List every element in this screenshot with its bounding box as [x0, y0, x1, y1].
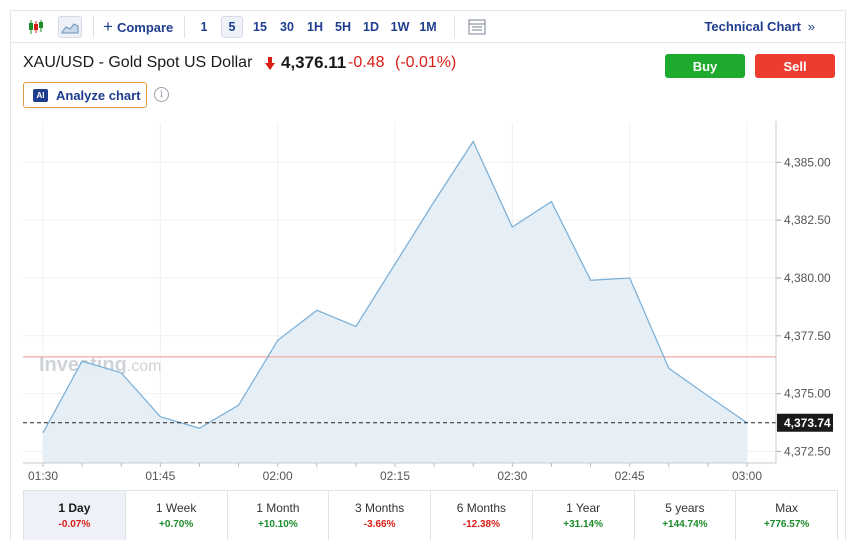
- chart-toolbar: + Compare 1 5 15 30 1H 5H 1D 1W 1M Techn…: [11, 11, 845, 43]
- period-change: +31.14%: [563, 519, 603, 530]
- ai-icon: AI: [33, 88, 48, 102]
- data-point: [81, 360, 84, 363]
- data-point: [394, 263, 397, 266]
- period-change: +10.10%: [257, 519, 298, 530]
- interval-5h[interactable]: 5H: [334, 16, 352, 38]
- double-chevron-right-icon: »: [807, 19, 815, 34]
- data-point: [198, 427, 201, 430]
- analyze-chart-button[interactable]: AI Analyze chart: [23, 82, 147, 108]
- y-tick-label: 4,385.00: [784, 155, 831, 169]
- x-tick-label: 01:45: [145, 469, 175, 483]
- toolbar-divider: [93, 16, 94, 38]
- interval-1d[interactable]: 1D: [362, 16, 380, 38]
- compare-button[interactable]: + Compare: [103, 16, 173, 38]
- interval-1h[interactable]: 1H: [306, 16, 324, 38]
- data-point: [706, 395, 709, 398]
- data-point: [120, 371, 123, 374]
- period-label: 3 Months: [354, 501, 405, 515]
- toolbar-divider: [184, 16, 185, 38]
- watermark-suffix: .com: [127, 358, 162, 375]
- price-change: -0.48: [348, 54, 385, 71]
- period-label: 1 Year: [566, 501, 601, 515]
- sell-button[interactable]: Sell: [755, 54, 835, 78]
- interval-1[interactable]: 1: [197, 16, 211, 38]
- data-point: [237, 404, 240, 407]
- interval-1m[interactable]: 1M: [418, 16, 438, 38]
- buy-button[interactable]: Buy: [665, 54, 745, 78]
- data-point: [276, 339, 279, 342]
- toolbar-divider: [454, 16, 455, 38]
- table-view-icon[interactable]: [466, 16, 488, 38]
- y-tick-label: 4,377.50: [784, 329, 831, 343]
- period-change: -3.66%: [363, 519, 396, 530]
- plus-icon: +: [103, 17, 113, 36]
- data-point: [589, 279, 592, 282]
- y-tick-label: 4,372.50: [784, 444, 831, 458]
- x-tick-label: 02:30: [497, 469, 527, 483]
- period-change: -12.38%: [462, 519, 500, 530]
- data-point: [550, 200, 553, 203]
- data-point: [315, 309, 318, 312]
- x-tick-label: 03:00: [732, 469, 762, 483]
- x-tick-label: 01:30: [28, 469, 58, 483]
- interval-30[interactable]: 30: [278, 16, 296, 38]
- period-tab[interactable]: 5 years +144.74%: [635, 491, 737, 540]
- period-label: 1 Month: [256, 501, 300, 515]
- x-tick-label: 02:45: [615, 469, 645, 483]
- period-tab[interactable]: 6 Months -12.38%: [431, 491, 533, 540]
- x-tick-label: 02:15: [380, 469, 410, 483]
- arrow-down-icon: [265, 57, 275, 70]
- period-tab[interactable]: 1 Day -0.07%: [24, 491, 126, 540]
- data-point: [159, 415, 162, 418]
- last-price-label: 4,373.74: [784, 416, 831, 430]
- compare-label: Compare: [116, 19, 174, 35]
- x-tick-label: 02:00: [263, 469, 293, 483]
- y-tick-label: 4,380.00: [784, 271, 831, 285]
- interval-15[interactable]: 15: [251, 16, 269, 38]
- data-point: [472, 140, 475, 143]
- data-point: [667, 367, 670, 370]
- period-label: 6 Months: [456, 501, 507, 515]
- price-chart[interactable]: Investing.com 01:3001:4502:0002:1502:300…: [11, 121, 847, 486]
- data-point: [433, 200, 436, 203]
- period-tab[interactable]: 1 Year +31.14%: [533, 491, 635, 540]
- analyze-chart-label: Analyze chart: [56, 87, 141, 103]
- period-tab[interactable]: Max +776.57%: [736, 491, 837, 540]
- period-label: 1 Day: [58, 501, 91, 515]
- period-label: Max: [775, 501, 798, 515]
- period-tab[interactable]: 1 Week +0.70%: [126, 491, 228, 540]
- info-icon[interactable]: i: [154, 87, 169, 102]
- data-point: [511, 226, 514, 229]
- period-label: 1 Week: [155, 501, 197, 515]
- data-point: [628, 277, 631, 280]
- period-label: 5 years: [665, 501, 705, 515]
- price-change-percent: (-0.01%): [395, 54, 457, 71]
- period-tabs: 1 Day -0.07% 1 Week +0.70% 1 Month +10.10% 3 M…: [23, 490, 838, 540]
- candlestick-icon[interactable]: [25, 16, 47, 38]
- interval-1w[interactable]: 1W: [390, 16, 410, 38]
- y-tick-label: 4,375.00: [784, 387, 831, 401]
- data-point: [42, 432, 45, 435]
- period-tab[interactable]: 3 Months -3.66%: [329, 491, 431, 540]
- data-point: [354, 325, 357, 328]
- area-chart-icon[interactable]: [58, 16, 82, 38]
- last-price: 4,376.11: [281, 53, 347, 72]
- period-change: -0.07%: [58, 519, 91, 530]
- technical-chart-link[interactable]: Technical Chart: [704, 16, 801, 38]
- instrument-name: XAU/USD - Gold Spot US Dollar: [23, 54, 253, 71]
- period-change: +144.74%: [662, 519, 708, 530]
- chart-widget: + Compare 1 5 15 30 1H 5H 1D 1W 1M Techn…: [10, 10, 846, 540]
- y-tick-label: 4,382.50: [784, 213, 831, 227]
- period-change: +776.57%: [763, 519, 810, 530]
- period-change: +0.70%: [159, 519, 194, 530]
- interval-5[interactable]: 5: [221, 16, 243, 38]
- period-tab[interactable]: 1 Month +10.10%: [228, 491, 330, 540]
